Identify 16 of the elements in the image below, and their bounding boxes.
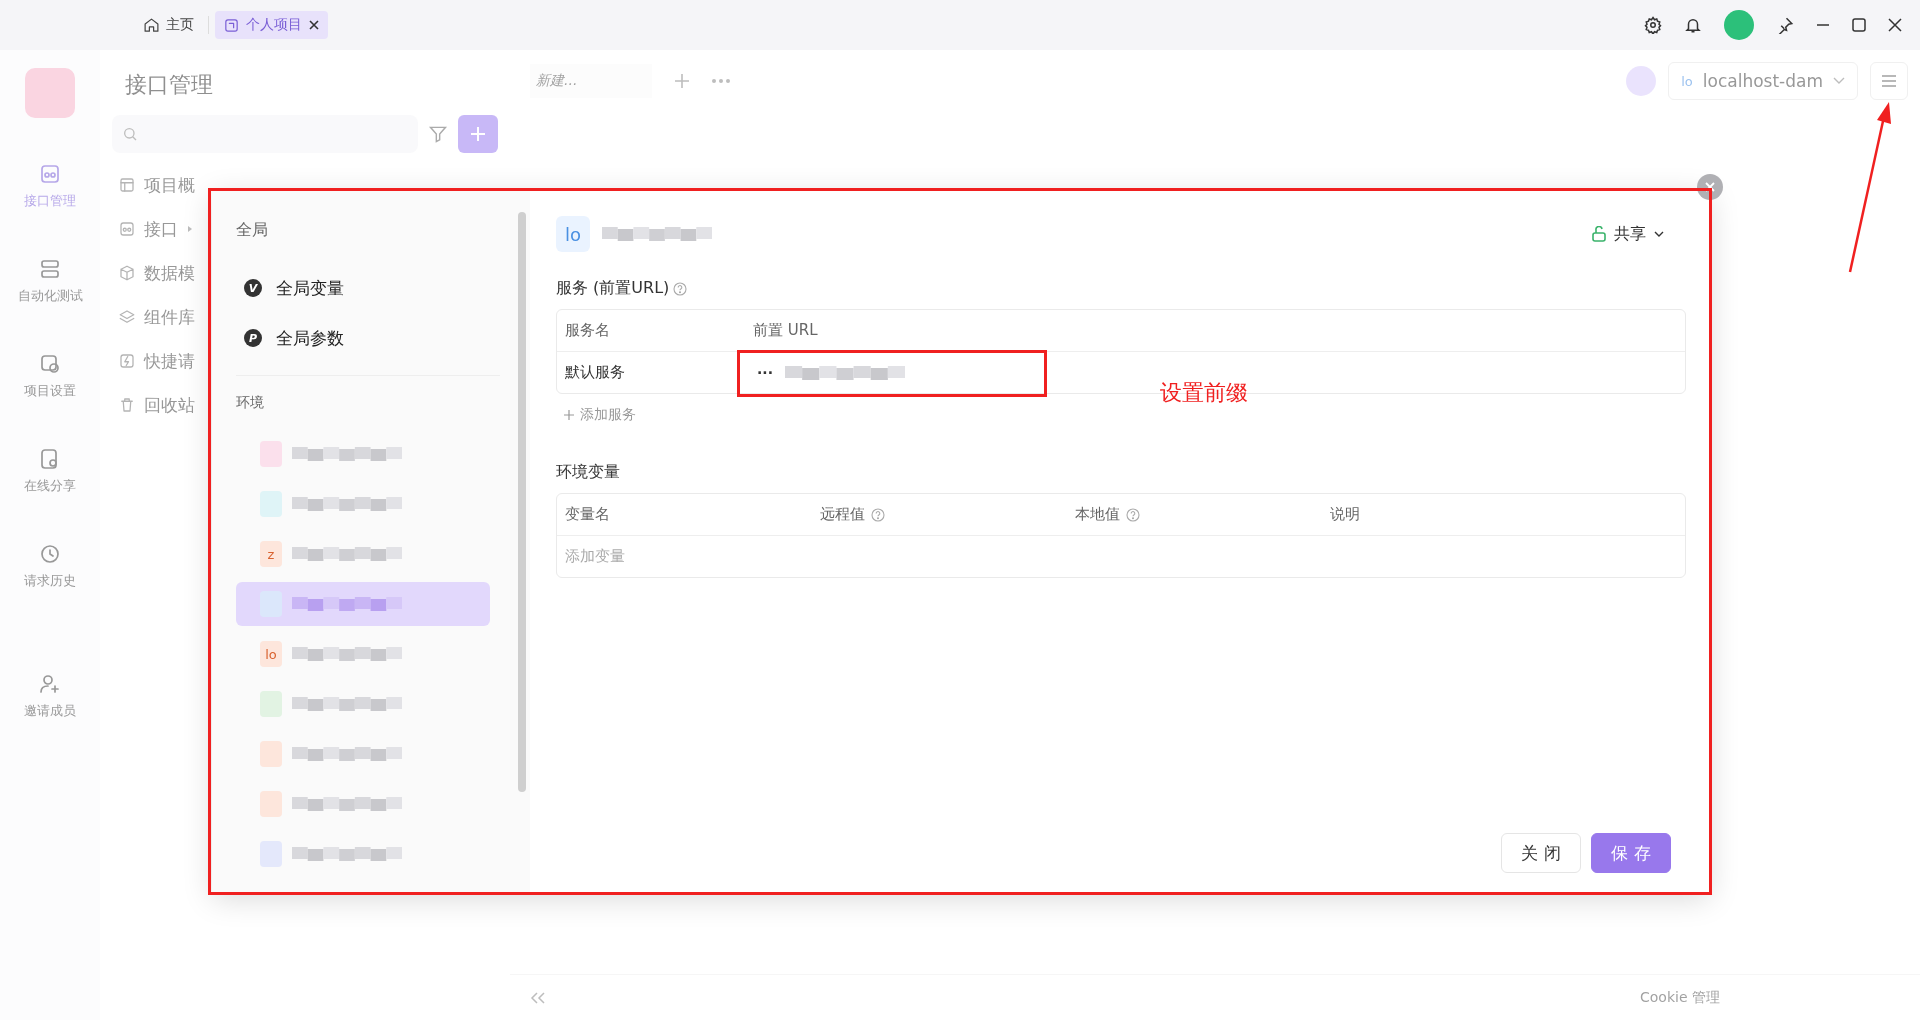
column-header: 服务名 xyxy=(564,321,611,340)
section-title: 接口管理 xyxy=(124,71,214,99)
annotation-text: 设置前缀 xyxy=(1160,379,1248,407)
column-header: 远程值 xyxy=(820,505,865,524)
column-header: 变量名 xyxy=(565,505,610,524)
environment-badge: lo xyxy=(556,216,590,252)
group-heading: 环境 xyxy=(236,394,265,412)
environment-badge: lo xyxy=(260,641,282,667)
table-cell-text: 默认服务 xyxy=(564,363,626,382)
column-header: 本地值 xyxy=(1075,505,1120,524)
column-header: 前置 URL xyxy=(752,321,819,340)
section-title: 环境变量 xyxy=(556,462,620,483)
column-header: 说明 xyxy=(1330,505,1360,524)
section-title: 服务 (前置URL) xyxy=(556,278,670,299)
environment-badge: z xyxy=(260,541,282,567)
group-heading: 全局 xyxy=(236,220,269,241)
